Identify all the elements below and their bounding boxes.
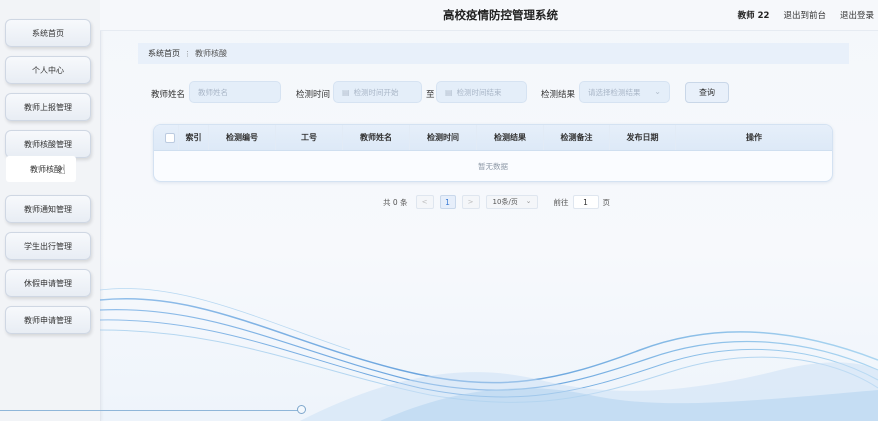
data-table: 索引 检测编号 工号 教师姓名 检测时间 检测结果 检测备注 发布日期 操作 暂…: [153, 124, 833, 182]
goto-label: 前往: [553, 197, 569, 207]
topbar-actions: 教师 22 退出到前台 退出登录: [738, 9, 874, 21]
calendar-icon: ▤: [342, 87, 350, 97]
breadcrumb-separator-icon: ⋮: [184, 49, 191, 58]
test-time-label: 检测时间: [296, 90, 331, 100]
column-header: 检测时间: [410, 125, 477, 150]
test-time-end-placeholder: 检测时间结束: [456, 87, 502, 97]
column-header: 索引: [179, 125, 209, 150]
breadcrumb: 系统首页 ⋮ 教师核酸: [138, 43, 849, 64]
test-result-placeholder: 请选择检测结果: [588, 87, 641, 97]
query-button[interactable]: 查询: [685, 82, 729, 103]
column-header: 发布日期: [610, 125, 676, 150]
column-header: 检测结果: [477, 125, 544, 150]
breadcrumb-home[interactable]: 系统首页: [148, 48, 180, 59]
table-empty-text: 暂无数据: [478, 161, 508, 171]
sidebar-item-label: 教师核酸管理: [24, 139, 72, 149]
column-header: 检测备注: [544, 125, 610, 150]
chevron-down-icon: ⌄: [654, 87, 661, 96]
sidebar-item-teacher-notice[interactable]: 教师通知管理: [5, 195, 91, 223]
page-size-value: 10条/页: [492, 198, 518, 206]
test-time-start-input[interactable]: ▤ 检测时间开始: [333, 81, 422, 103]
prev-page-button[interactable]: <: [415, 195, 434, 209]
range-to-label: 至: [426, 90, 435, 100]
column-header: 检测编号: [209, 125, 276, 150]
sidebar-item-label: 教师通知管理: [24, 204, 72, 214]
logout-link[interactable]: 退出登录: [840, 9, 874, 21]
goto-page-input[interactable]: 1: [572, 195, 599, 209]
hand-cursor-icon: ☝: [58, 163, 66, 178]
sidebar-subitem-teacher-nucleic[interactable]: 教师核酸 ☝: [6, 156, 76, 182]
select-all-cell: [154, 125, 179, 150]
page-size-select[interactable]: 10条/页 ⌄: [485, 195, 538, 209]
select-all-checkbox[interactable]: [165, 133, 175, 143]
current-user: 教师 22: [737, 11, 770, 21]
test-time-end-input[interactable]: ▤ 检测时间结束: [436, 81, 527, 103]
sidebar-item-home[interactable]: 系统首页: [5, 19, 91, 47]
test-result-label: 检测结果: [541, 90, 576, 100]
column-header: 操作: [746, 133, 762, 142]
sidebar-item-profile[interactable]: 个人中心: [5, 56, 91, 84]
topbar: 高校疫情防控管理系统 教师 22 退出到前台 退出登录: [100, 0, 878, 31]
teacher-name-placeholder: 教师姓名: [198, 87, 228, 97]
progress-track: [0, 410, 300, 411]
test-time-start-placeholder: 检测时间开始: [353, 87, 399, 97]
teacher-name-input[interactable]: 教师姓名: [189, 81, 281, 103]
sidebar-item-label: 个人中心: [32, 65, 64, 75]
background-waves: [99, 288, 878, 421]
progress-knob[interactable]: [297, 405, 306, 414]
table-header: 索引 检测编号 工号 教师姓名 检测时间 检测结果 检测备注 发布日期 操作: [154, 125, 832, 151]
sidebar-item-teacher-report[interactable]: 教师上报管理: [5, 93, 91, 121]
test-result-select[interactable]: 请选择检测结果 ⌄: [579, 81, 670, 103]
total-count: 共 0 条: [383, 197, 408, 207]
calendar-icon: ▤: [445, 87, 453, 97]
page-number[interactable]: 1: [439, 195, 456, 209]
breadcrumb-current: 教师核酸: [195, 49, 227, 58]
sidebar-item-teacher-nucleic[interactable]: 教师核酸管理: [5, 130, 91, 158]
sidebar-item-label: 教师上报管理: [24, 102, 72, 112]
pagination: 共 0 条 < 1 > 10条/页 ⌄ 前往 1 页: [383, 195, 610, 209]
next-page-button[interactable]: >: [461, 195, 480, 209]
column-header: 教师姓名: [343, 125, 410, 150]
goto-suffix: 页: [602, 197, 611, 207]
sidebar-item-label: 系统首页: [32, 28, 64, 38]
teacher-name-label: 教师姓名: [151, 90, 186, 100]
column-header: 工号: [276, 125, 343, 150]
app-title: 高校疫情防控管理系统: [443, 8, 558, 22]
chevron-down-icon: ⌄: [525, 197, 532, 205]
back-to-front-link[interactable]: 退出到前台: [783, 9, 826, 21]
